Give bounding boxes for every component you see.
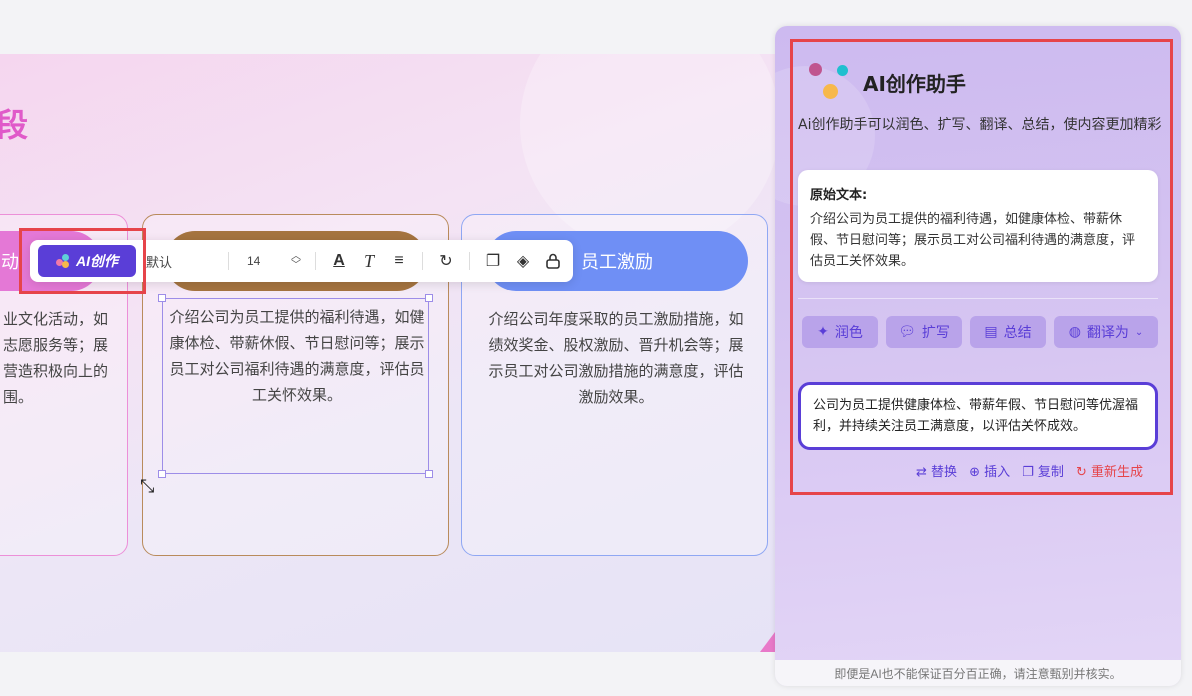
layers-icon[interactable]: ◈ [508,247,538,275]
panel-footer: 即便是AI也不能保证百分百正确，请注意甄别并核实。 [775,660,1181,686]
resize-handle[interactable] [158,470,166,478]
text-selection-box[interactable] [158,294,433,478]
resize-cursor-icon: ⤡ [140,476,155,496]
card-header-label: 动 [1,252,19,273]
rotate-icon[interactable]: ↻ [431,247,461,275]
resize-handle[interactable] [425,294,433,302]
card-text[interactable]: 业文化活动，如 志愿服务等；展 营造积极向上的 围。 [3,306,121,410]
font-family-select[interactable]: 默认 [146,252,220,271]
resize-handle[interactable] [158,294,166,302]
chevron-down-icon[interactable]: ﹀ [285,261,307,271]
toolbar-divider [228,252,229,270]
toolbar-divider [422,252,423,270]
font-size-stepper[interactable]: ︿ ﹀ [285,252,307,271]
italic-icon[interactable]: T [354,247,384,275]
font-color-icon[interactable]: A [324,247,354,275]
highlight-frame [19,228,146,294]
align-icon[interactable]: ≡ [384,247,414,275]
font-size-input[interactable]: 14 [247,254,285,268]
copy-icon[interactable]: ❐ [478,247,508,275]
slide-title[interactable]: 段 [0,100,28,146]
lock-icon[interactable] [538,247,568,275]
card-text[interactable]: 介绍公司年度采取的员工激励措施，如绩效奖金、股权激励、晋升机会等；展示员工对公司… [482,306,750,410]
card-header-label: 员工激励 [581,252,653,273]
highlight-frame [790,39,1173,495]
toolbar-divider [469,252,470,270]
resize-handle[interactable] [425,470,433,478]
toolbar-divider [315,252,316,270]
